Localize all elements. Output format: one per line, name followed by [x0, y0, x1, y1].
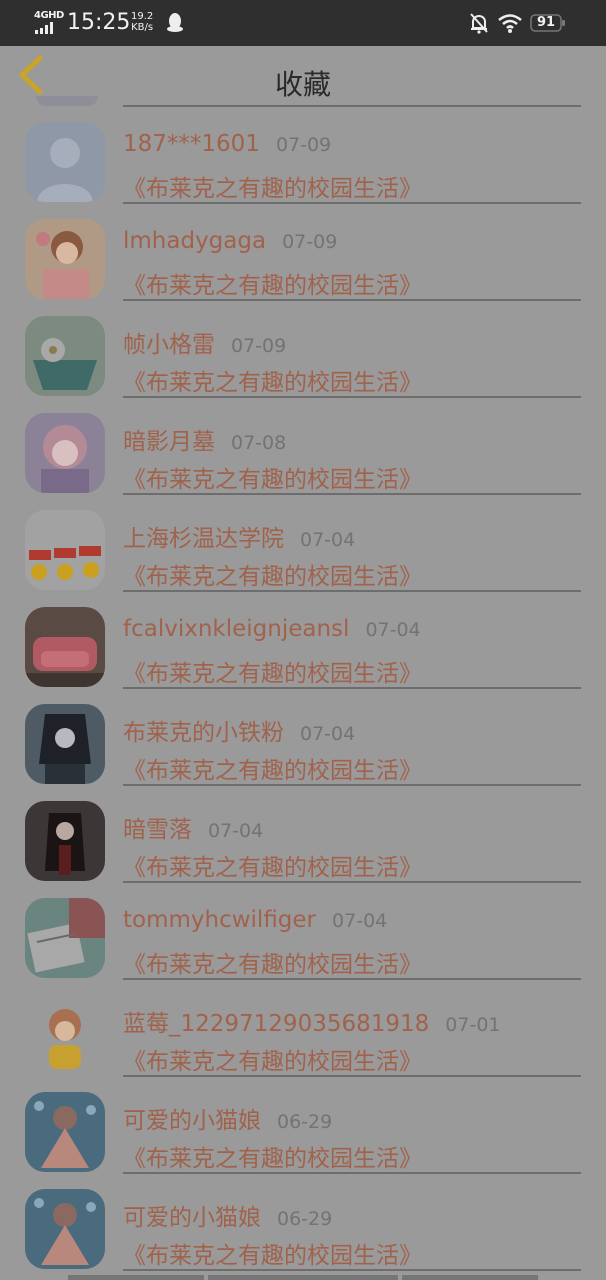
pink-sofa-avatar[interactable]	[25, 607, 105, 687]
list-item[interactable]: 蓝莓_12297129035681918 07-01 《布莱克之有趣的校园生活》	[0, 980, 606, 1077]
book-title[interactable]: 《布莱克之有趣的校园生活》	[123, 945, 422, 979]
date: 07-09	[282, 231, 338, 253]
user-name[interactable]: 上海杉温达学院 07-04	[123, 519, 355, 553]
date: 07-04	[332, 910, 388, 932]
user-name[interactable]: 帧小格雷 07-09	[123, 325, 286, 359]
date: 06-29	[277, 1208, 333, 1230]
list-item[interactable]: 可爱的小猫娘 06-29 《布莱克之有趣的校园生活》	[0, 1077, 606, 1174]
date: 07-08	[231, 432, 287, 454]
blue-anime-avatar[interactable]	[25, 1189, 105, 1269]
list-item[interactable]: fcalvixnkleignjeansl 07-04 《布莱克之有趣的校园生活》	[0, 592, 606, 689]
qq-icon	[167, 13, 183, 32]
pink-anime-avatar[interactable]	[25, 413, 105, 493]
user-name[interactable]: lmhadygaga 07-09	[123, 228, 337, 254]
user-name[interactable]: 187***1601 07-09	[123, 131, 331, 157]
book-title[interactable]: 《布莱克之有趣的校园生活》	[123, 1042, 422, 1076]
list-item[interactable]: 187***1601 07-09 《布莱克之有趣的校园生活》	[0, 107, 606, 204]
date: 06-29	[277, 1111, 333, 1133]
avatar	[36, 96, 98, 106]
user-name[interactable]: fcalvixnkleignjeansl 07-04	[123, 616, 421, 642]
anime-girl-avatar[interactable]	[25, 219, 105, 299]
default-avatar-icon[interactable]	[25, 122, 105, 202]
list-item[interactable]: lmhadygaga 07-09 《布莱克之有趣的校园生活》	[0, 204, 606, 301]
battery-level: 91	[537, 15, 556, 30]
user-name[interactable]: 暗影月墓 07-08	[123, 422, 286, 456]
book-title[interactable]: 《布莱克之有趣的校园生活》	[123, 169, 422, 203]
book-title[interactable]: 《布莱克之有趣的校园生活》	[123, 557, 422, 591]
list-item[interactable]: 暗影月墓 07-08 《布莱克之有趣的校园生活》	[0, 398, 606, 495]
date: 07-09	[275, 134, 332, 156]
dark-hair-girl-avatar[interactable]	[25, 801, 105, 881]
date: 07-04	[208, 820, 264, 842]
book-title[interactable]: 《布莱克之有趣的校园生活》	[123, 460, 422, 494]
user-name[interactable]: tommyhcwilfiger 07-04	[123, 907, 387, 933]
book-title[interactable]: 《布莱克之有趣的校园生活》	[123, 1139, 422, 1173]
list-item[interactable]: 帧小格雷 07-09 《布莱克之有趣的校园生活》	[0, 301, 606, 398]
speed-unit: KB/s	[131, 22, 154, 33]
okay-emoji-avatar[interactable]	[25, 510, 105, 590]
network-speed: 19.2 KB/s	[131, 11, 153, 33]
date: 07-04	[365, 619, 421, 641]
network-type: 4GHD	[34, 10, 64, 21]
speed-value: 19.2	[131, 11, 154, 22]
book-title[interactable]: 《布莱克之有趣的校园生活》	[123, 363, 422, 397]
book-title[interactable]: 《布莱克之有趣的校园生活》	[123, 266, 422, 300]
list-item[interactable]: 布莱克的小铁粉 07-04 《布莱克之有趣的校园生活》	[0, 689, 606, 786]
bottom-segment	[68, 1275, 204, 1280]
clock: 15:25	[67, 10, 131, 35]
list-item[interactable]: 暗雪落 07-04 《布莱克之有趣的校园生活》	[0, 786, 606, 883]
list-item[interactable]: 上海杉温达学院 07-04 《布莱克之有趣的校园生活》	[0, 495, 606, 592]
cute-girl-avatar[interactable]	[25, 995, 105, 1075]
user-name[interactable]: 暗雪落 07-04	[123, 810, 263, 844]
list-item[interactable]: 可爱的小猫娘 06-29 《布莱克之有趣的校园生活》	[0, 1174, 606, 1271]
mute-bell-icon	[470, 13, 488, 34]
flower-cup-avatar[interactable]	[25, 316, 105, 396]
list-item[interactable]: tommyhcwilfiger 07-04 《布莱克之有趣的校园生活》	[0, 883, 606, 980]
dark-anime-avatar[interactable]	[25, 704, 105, 784]
wifi-icon	[498, 14, 522, 33]
status-bar: 4GHD 15:25 19.2 KB/s 91	[0, 0, 606, 46]
bottom-segment	[208, 1275, 398, 1280]
date: 07-09	[231, 335, 287, 357]
book-title[interactable]: 《布莱克之有趣的校园生活》	[123, 848, 422, 882]
divider	[123, 1269, 581, 1271]
blue-anime-avatar[interactable]	[25, 1092, 105, 1172]
user-name[interactable]: 布莱克的小铁粉 07-04	[123, 713, 355, 747]
signal-icon	[35, 22, 53, 34]
date: 07-01	[445, 1014, 501, 1036]
date: 07-04	[300, 529, 356, 551]
favorites-screen: 4GHD 15:25 19.2 KB/s 91 收藏 187***1601 07…	[0, 0, 606, 1280]
user-name[interactable]: 可爱的小猫娘 06-29	[123, 1101, 332, 1135]
book-title[interactable]: 《布莱克之有趣的校园生活》	[123, 1236, 422, 1270]
date: 07-04	[300, 723, 356, 745]
book-title[interactable]: 《布莱克之有趣的校园生活》	[123, 654, 422, 688]
user-name[interactable]: 可爱的小猫娘 06-29	[123, 1198, 332, 1232]
bottom-segment	[402, 1275, 538, 1280]
user-name[interactable]: 蓝莓_12297129035681918 07-01	[123, 1004, 501, 1038]
book-title[interactable]: 《布莱克之有趣的校园生活》	[123, 751, 422, 785]
notebook-avatar[interactable]	[25, 898, 105, 978]
